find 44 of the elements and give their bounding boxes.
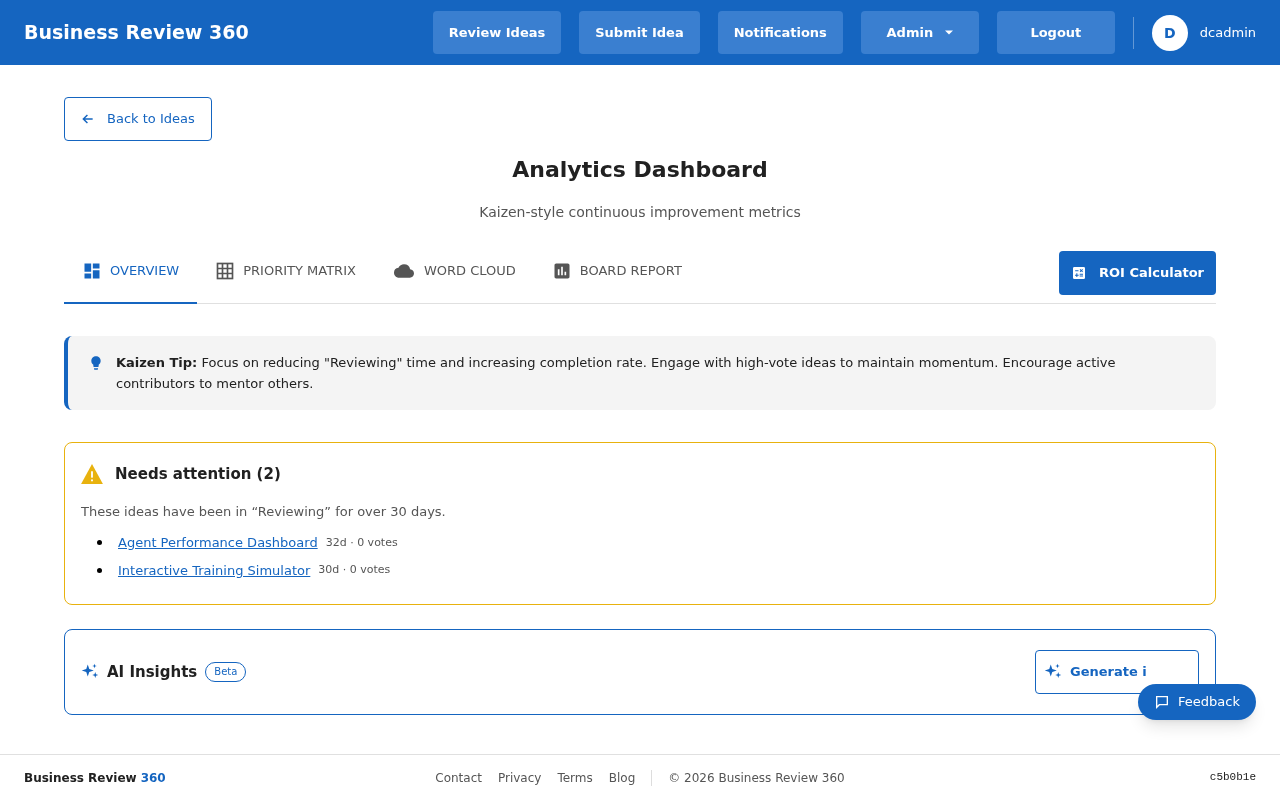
chat-icon [1154, 694, 1171, 710]
roi-calculator-button[interactable]: ROI Calculator [1059, 251, 1216, 295]
attention-description: These ideas have been in “Reviewing” for over 30 days. [81, 502, 447, 521]
brand-title: Business Review 360 [24, 20, 249, 46]
tab[interactable]: BOARD REPORT [533, 252, 700, 304]
footer-brand: Business Review [24, 769, 137, 787]
warning-icon [81, 464, 103, 485]
version-hash: c5b0b1e [1208, 770, 1256, 786]
user-avatar[interactable]: D [1151, 14, 1188, 51]
tip-text: Kaizen Tip: Focus on reducing "Reviewing" time and increasing completion rate. Engage with high-vote ideas to maintain momentum. Encourage active contributors to mentor others. [116, 354, 1117, 393]
bullet-icon [97, 540, 102, 546]
copyright: © 2026 Business Review 360 [668, 769, 845, 787]
nav-button[interactable]: Submit Idea [579, 11, 700, 54]
idea-link[interactable]: Agent Performance Dashboard [118, 533, 318, 553]
dashboard-icon [82, 261, 102, 281]
nav-button[interactable]: Review Ideas [432, 11, 562, 54]
grid-icon [215, 261, 236, 281]
page-title: Analytics Dashboard [511, 156, 769, 184]
back-button[interactable]: Back to Ideas [64, 97, 212, 141]
tab[interactable]: OVERVIEW [64, 252, 198, 304]
cloud-icon [391, 261, 416, 281]
idea-link[interactable]: Interactive Training Simulator [118, 560, 311, 580]
attention-title: Needs attention (2) [115, 464, 281, 485]
bullet-icon [97, 567, 102, 573]
tab[interactable]: WORD CLOUD [373, 252, 534, 304]
footer-link[interactable]: Contact [435, 768, 482, 787]
nav-button[interactable]: Notifications [717, 11, 843, 54]
footer-brand-accent: 360 [140, 769, 166, 787]
arrow-left-icon [81, 112, 95, 126]
feedback-button[interactable]: Feedback [1138, 684, 1256, 720]
caret-icon [945, 30, 954, 35]
nav-button[interactable]: Admin [860, 11, 979, 54]
page-subtitle: Kaizen-style continuous improvement metrics [478, 203, 802, 222]
ai-insights-title: AI Insights [107, 661, 198, 683]
idea-meta: 30d · 0 votes [318, 562, 391, 578]
footer-link[interactable]: Blog [608, 768, 636, 787]
user-name: dcadmin [1199, 23, 1256, 42]
idea-meta: 32d · 0 votes [325, 534, 398, 551]
nav-button[interactable]: Logout [996, 11, 1115, 54]
tab[interactable]: PRIORITY MATRIX [197, 252, 374, 304]
footer-link[interactable]: Privacy [497, 768, 542, 787]
lightbulb-icon [88, 355, 104, 371]
footer-link[interactable]: Terms [557, 768, 593, 787]
calculator-icon [1071, 265, 1088, 281]
